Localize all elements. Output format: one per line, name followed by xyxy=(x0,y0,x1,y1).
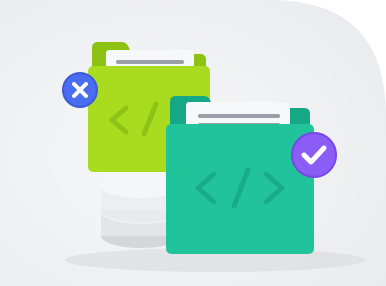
approve-badge xyxy=(291,132,337,178)
reject-badge xyxy=(62,72,98,108)
illustration-scene xyxy=(0,0,386,286)
teal-code-folder xyxy=(166,96,314,254)
